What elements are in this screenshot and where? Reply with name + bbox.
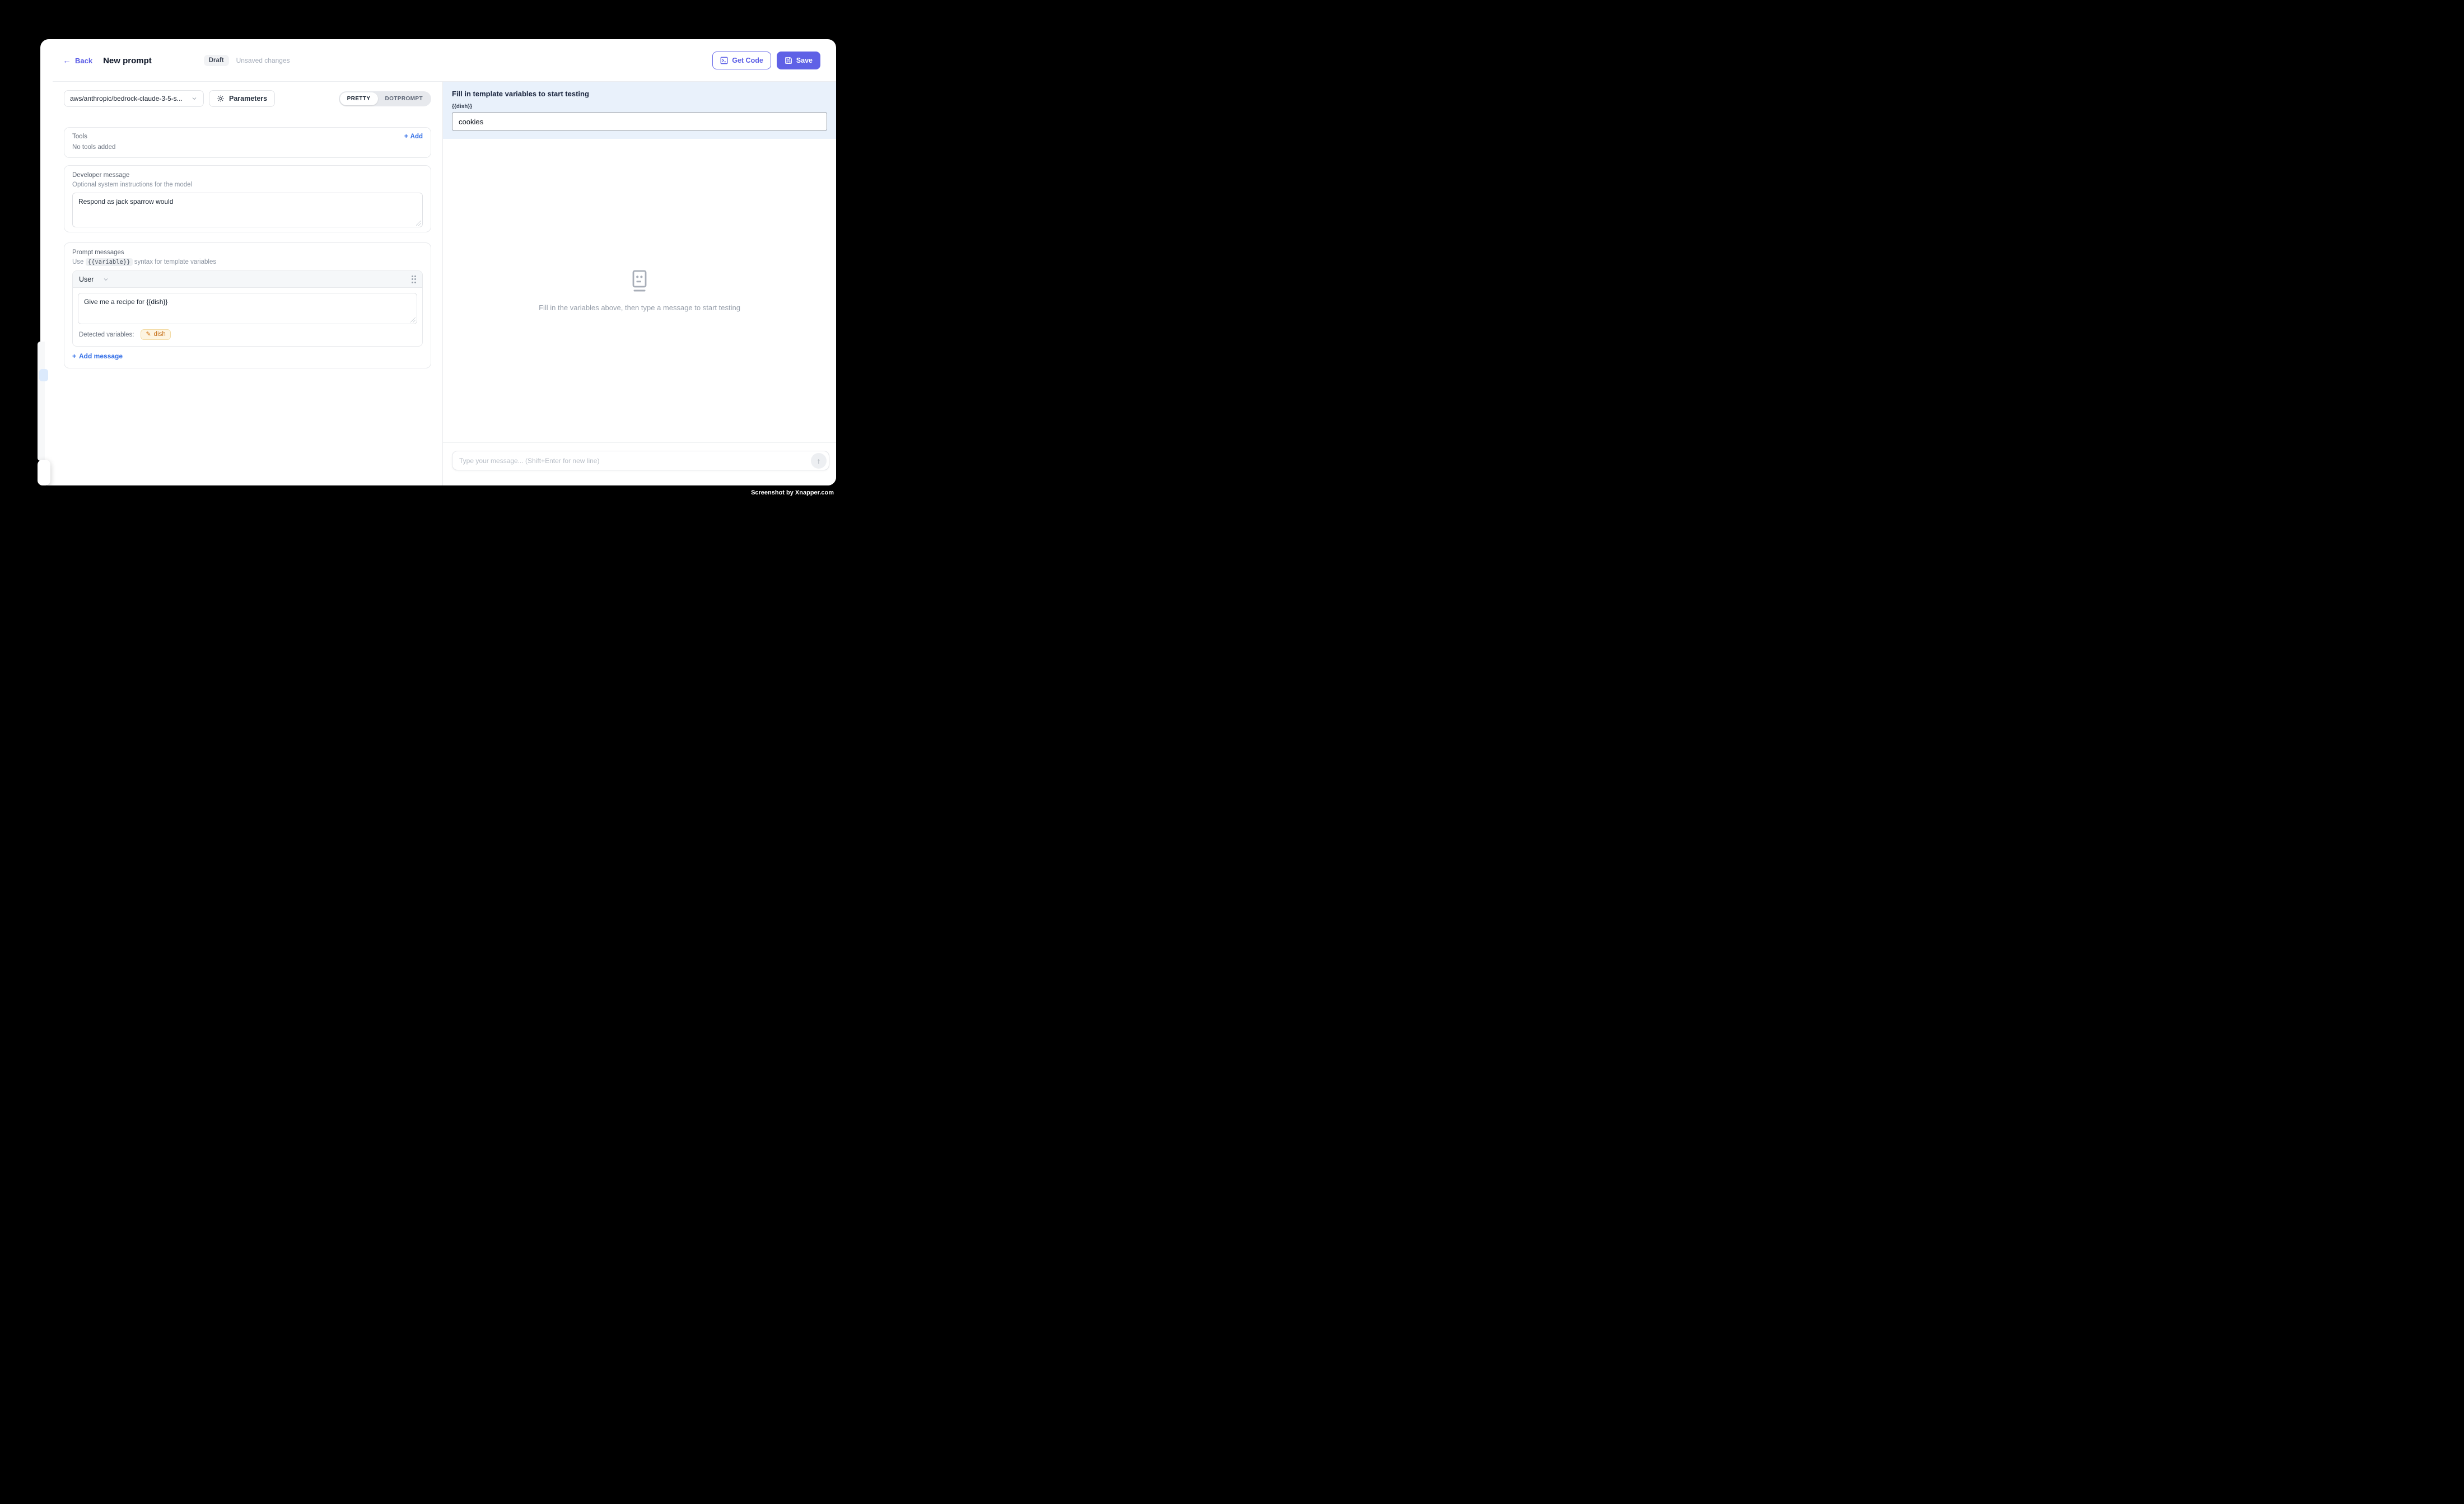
main-content: aws/anthropic/bedrock-claude-3-5-s... — [40, 82, 836, 485]
variable-syntax-chip: {{variable}} — [86, 258, 133, 266]
developer-message-card: Developer message Optional system instru… — [64, 165, 431, 232]
message-block: User Give me a recipe for {{dish}} — [72, 270, 423, 347]
prompt-messages-label: Prompt messages — [72, 249, 423, 256]
back-label: Back — [75, 57, 92, 65]
model-row: aws/anthropic/bedrock-claude-3-5-s... — [64, 90, 431, 107]
sidebar-bottom-panel — [38, 460, 50, 485]
save-button[interactable]: Save — [777, 52, 820, 69]
empty-state-text: Fill in the variables above, then type a… — [539, 303, 740, 312]
tools-card: Tools + Add No tools added — [64, 127, 431, 158]
user-message-textarea[interactable]: Give me a recipe for {{dish}} — [78, 293, 417, 324]
prompt-editor-pane: aws/anthropic/bedrock-claude-3-5-s... — [40, 82, 443, 485]
hint-prefix: Use — [72, 259, 83, 265]
tester-pane: Fill in template variables to start test… — [443, 82, 836, 485]
back-arrow-icon: ← — [63, 57, 71, 65]
toggle-option-dotprompt[interactable]: DOTPROMPT — [378, 92, 431, 105]
screenshot-background: ← Back New prompt Draft Unsaved changes … — [0, 0, 878, 536]
format-toggle: PRETTY DOTPROMPT — [339, 91, 431, 106]
app-window: ← Back New prompt Draft Unsaved changes … — [40, 39, 836, 485]
chat-input-bar: ↑ — [443, 442, 836, 485]
add-message-button[interactable]: + Add message — [72, 352, 123, 360]
dish-variable-label: {{dish}} — [452, 104, 827, 110]
robot-face-icon — [628, 269, 651, 293]
page-title: New prompt — [103, 56, 152, 66]
header-actions: Get Code Save — [712, 52, 820, 69]
model-select-value: aws/anthropic/bedrock-claude-3-5-s... — [70, 95, 191, 102]
variable-fill-panel: Fill in template variables to start test… — [443, 82, 836, 139]
fill-panel-title: Fill in template variables to start test… — [452, 90, 827, 98]
chevron-down-icon — [191, 95, 198, 102]
chat-message-input[interactable] — [459, 457, 811, 465]
toggle-option-pretty[interactable]: PRETTY — [340, 92, 378, 105]
sidebar-selected-item[interactable] — [39, 369, 48, 381]
gear-icon — [217, 95, 225, 102]
draft-status-badge: Draft — [204, 55, 229, 66]
save-label: Save — [796, 57, 813, 64]
plus-icon: + — [72, 352, 76, 360]
send-button[interactable]: ↑ — [811, 453, 827, 469]
detected-variables-label: Detected variables: — [79, 331, 134, 338]
header: ← Back New prompt Draft Unsaved changes … — [40, 39, 836, 82]
variable-chip-dish[interactable]: ✎ dish — [141, 329, 170, 340]
terminal-icon — [720, 57, 728, 64]
add-tool-label: Add — [410, 133, 423, 140]
model-select[interactable]: aws/anthropic/bedrock-claude-3-5-s... — [64, 90, 204, 107]
message-role-header: User — [73, 271, 422, 288]
chat-empty-state: Fill in the variables above, then type a… — [443, 139, 836, 442]
save-floppy-icon — [785, 57, 792, 64]
get-code-label: Get Code — [732, 57, 763, 64]
variable-chip-name: dish — [154, 331, 166, 338]
tools-empty-text: No tools added — [72, 144, 423, 151]
role-select[interactable] — [102, 276, 109, 283]
parameters-label: Parameters — [229, 95, 267, 102]
collapsed-sidebar-strip[interactable] — [38, 342, 45, 461]
back-button[interactable]: ← Back — [63, 57, 92, 65]
tools-label: Tools — [72, 133, 87, 140]
get-code-button[interactable]: Get Code — [712, 52, 771, 69]
screenshot-credit: Screenshot by Xnapper.com — [751, 489, 834, 496]
pencil-icon: ✎ — [146, 331, 151, 338]
unsaved-changes-note: Unsaved changes — [236, 57, 290, 64]
arrow-up-icon: ↑ — [817, 456, 821, 465]
prompt-messages-hint: Use {{variable}} syntax for template var… — [72, 259, 423, 265]
developer-message-label: Developer message — [72, 172, 423, 179]
dish-variable-input[interactable] — [452, 112, 827, 131]
drag-handle-icon[interactable] — [412, 275, 417, 283]
prompt-messages-card: Prompt messages Use {{variable}} syntax … — [64, 242, 431, 368]
add-message-label: Add message — [79, 352, 123, 360]
role-select-value: User — [79, 275, 94, 283]
developer-message-hint: Optional system instructions for the mod… — [72, 181, 423, 188]
add-tool-button[interactable]: + Add — [404, 133, 423, 140]
parameters-button[interactable]: Parameters — [209, 90, 275, 107]
hint-suffix: syntax for template variables — [134, 259, 216, 265]
developer-message-textarea[interactable]: Respond as jack sparrow would — [72, 193, 423, 227]
detected-variables-row: Detected variables: ✎ dish — [73, 324, 422, 346]
plus-icon: + — [404, 133, 408, 140]
chat-input-container: ↑ — [452, 451, 829, 470]
